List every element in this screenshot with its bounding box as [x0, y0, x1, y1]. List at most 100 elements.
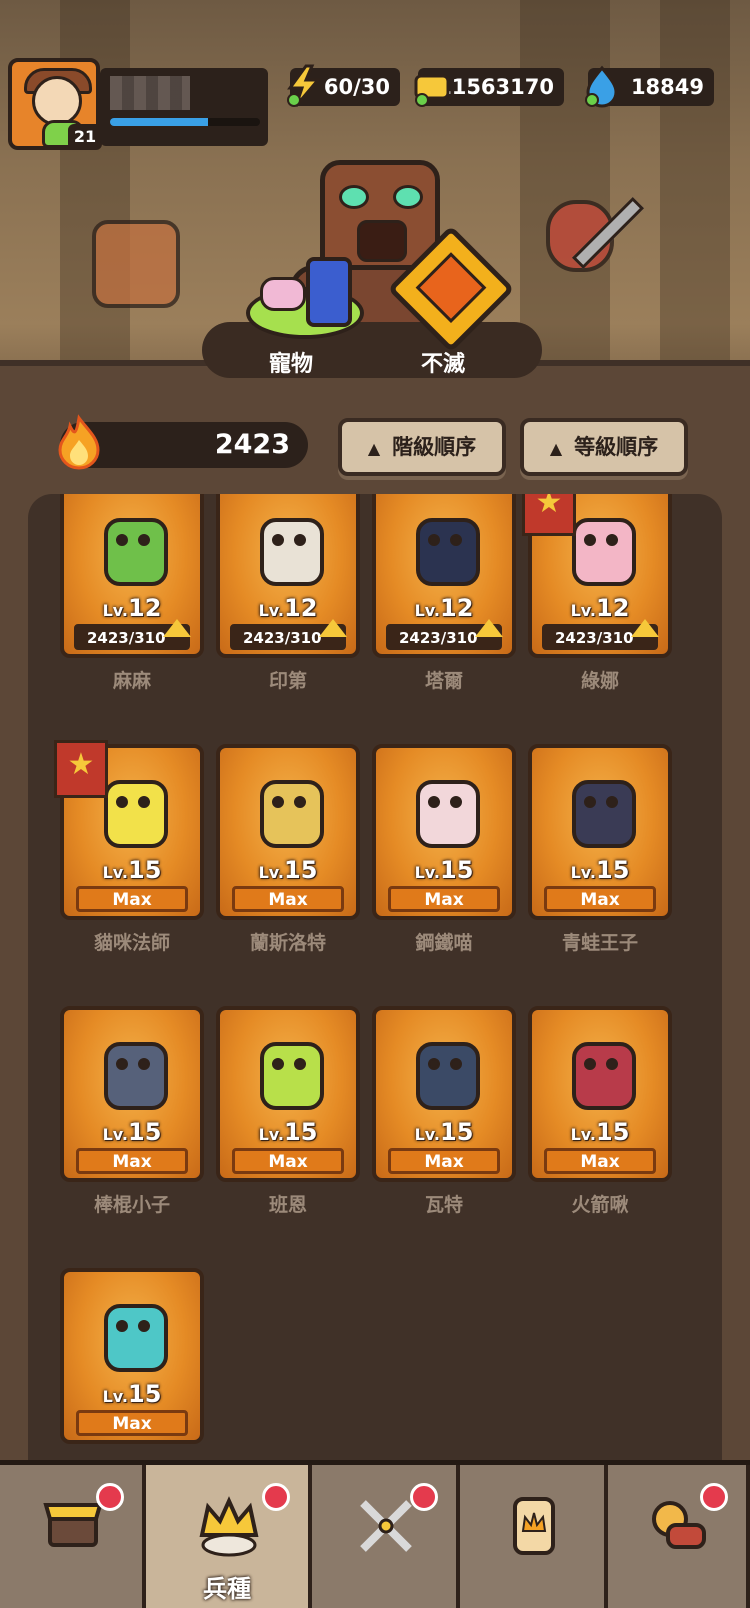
- unit-progress-value: Max: [424, 1152, 464, 1172]
- nav-tab-crown[interactable]: 兵種: [146, 1465, 312, 1608]
- unit-progress-value: 2423/310: [399, 629, 478, 647]
- unit-body: [260, 518, 324, 586]
- triangle-up-icon: ▲: [367, 439, 381, 458]
- nav-tab-shop[interactable]: [0, 1465, 146, 1608]
- immortal-button[interactable]: 不滅: [368, 225, 518, 378]
- unit-eye: [294, 796, 306, 808]
- max-level-label: Max: [232, 886, 344, 912]
- axolotl-icon: [260, 277, 306, 311]
- unit-card[interactable]: Lv.15 Max: [216, 1006, 360, 1182]
- max-level-label: Max: [388, 886, 500, 912]
- gem-counter[interactable]: 18849: [585, 65, 714, 108]
- unit-eye: [584, 1058, 596, 1070]
- unit-eye: [116, 796, 128, 808]
- unit-card[interactable]: Lv.15 Max: [60, 1006, 204, 1182]
- unit-eye: [428, 1058, 440, 1070]
- player-level-badge: 21: [68, 124, 102, 150]
- unit-level-value: 12: [128, 594, 162, 622]
- level-prefix: Lv.: [102, 1387, 128, 1406]
- wall-pillar: [660, 0, 730, 405]
- swords-icon: [360, 1500, 412, 1552]
- level-prefix: Lv.: [102, 1125, 128, 1144]
- triangle-up-icon: ▲: [549, 439, 563, 458]
- unit-eye: [450, 534, 462, 546]
- unit-body: [104, 1042, 168, 1110]
- unit-name: 火箭啾: [571, 1194, 629, 1216]
- level-prefix: Lv.: [102, 863, 128, 882]
- card-crown-icon: [513, 1497, 555, 1555]
- player-name-box[interactable]: [100, 68, 268, 146]
- unit-level-value: 15: [284, 1118, 318, 1146]
- notification-dot: [96, 1483, 124, 1511]
- battle-scene: 21 60/30 11563170 18849 寵物 不滅: [0, 0, 750, 405]
- mode-bar: 寵物 不滅: [202, 225, 542, 378]
- unit-card[interactable]: Lv.15 Max ★: [54, 740, 204, 920]
- unit-portrait: [90, 1024, 174, 1114]
- unit-level: Lv.15: [532, 856, 668, 884]
- unit-progress-value: Max: [112, 890, 152, 910]
- favorite-flag-icon: ★: [522, 494, 576, 536]
- pet-label: 寵物: [268, 352, 313, 377]
- favorite-flag-icon: ★: [54, 740, 108, 798]
- unit-card[interactable]: Lv.12 2423/310: [216, 494, 360, 658]
- crown-icon: [199, 1496, 259, 1557]
- boss-mouth: [357, 220, 407, 262]
- unit-card[interactable]: Lv.15 Max: [372, 744, 516, 920]
- unit-level-value: 15: [284, 856, 318, 884]
- gem-icon: [585, 65, 618, 108]
- unit-portrait: [558, 1024, 642, 1114]
- unit-level: Lv.12: [220, 594, 356, 622]
- nav-tab-card-crown[interactable]: [460, 1465, 608, 1608]
- upgrade-progress: 2423/310: [386, 619, 503, 650]
- unit-card[interactable]: Lv.15 Max: [372, 1006, 516, 1182]
- unit-level: Lv.15: [64, 1118, 200, 1146]
- gold-bars-icon: [414, 74, 450, 107]
- app-root: 21 60/30 11563170 18849 寵物 不滅 2423 ▲ 階級順…: [0, 0, 750, 1608]
- unit-card[interactable]: Lv.15 Max: [528, 1006, 672, 1182]
- unit-card[interactable]: Lv.15 Max: [216, 744, 360, 920]
- unit-body: [104, 518, 168, 586]
- unit-grid: Lv.12 2423/310 麻麻 Lv.12 2423/310 印第 Lv.12 2423/…: [28, 494, 722, 1494]
- food-icon: [652, 1501, 706, 1549]
- unit-name: 青蛙王子: [561, 932, 638, 954]
- level-prefix: Lv.: [570, 601, 596, 620]
- power-value: 2423: [214, 429, 290, 460]
- upgrade-progress: 2423/310: [74, 619, 191, 650]
- unit-body: [104, 780, 168, 848]
- unit-eye: [450, 796, 462, 808]
- unit-progress-value: Max: [268, 890, 308, 910]
- level-prefix: Lv.: [258, 601, 284, 620]
- sort-by-level-button[interactable]: ▲ 等級順序: [520, 418, 688, 476]
- energy-counter[interactable]: 60/30: [287, 64, 400, 107]
- unit-body: [572, 1042, 636, 1110]
- unit-name: 印第: [268, 670, 307, 692]
- level-prefix: Lv.: [414, 1125, 440, 1144]
- unit-name: 鋼鐵喵: [415, 932, 473, 954]
- unit-card[interactable]: Lv.12 2423/310: [60, 494, 204, 658]
- unit-card[interactable]: Lv.12 2423/310 ★: [522, 494, 672, 658]
- unit-eye: [138, 1058, 150, 1070]
- unit-card[interactable]: Lv.15 Max: [528, 744, 672, 920]
- unit-portrait: [246, 1024, 330, 1114]
- pet-button[interactable]: 寵物: [216, 257, 366, 378]
- unit-portrait: [402, 1024, 486, 1114]
- bottom-nav: 兵種: [0, 1460, 750, 1608]
- sort-by-grade-button[interactable]: ▲ 階級順序: [338, 418, 506, 476]
- unit-body: [572, 780, 636, 848]
- unit-eye: [606, 1058, 618, 1070]
- upgrade-arrow-icon: [475, 619, 503, 637]
- unit-card[interactable]: Lv.15 Max: [60, 1268, 204, 1444]
- unit-eye: [272, 1058, 284, 1070]
- unit-eye: [272, 796, 284, 808]
- unit-eye: [428, 534, 440, 546]
- unit-level: Lv.12: [64, 594, 200, 622]
- nav-tab-swords[interactable]: [312, 1465, 460, 1608]
- unit-progress-value: 2423/310: [87, 629, 166, 647]
- unit-card[interactable]: Lv.12 2423/310: [372, 494, 516, 658]
- gold-counter[interactable]: 11563170: [414, 68, 564, 107]
- unit-level-value: 12: [284, 594, 318, 622]
- sort-level-label: 等級順序: [574, 435, 659, 459]
- unit-name: 班恩: [268, 1194, 307, 1216]
- nav-tab-food[interactable]: [608, 1465, 750, 1608]
- unit-progress-value: Max: [580, 1152, 620, 1172]
